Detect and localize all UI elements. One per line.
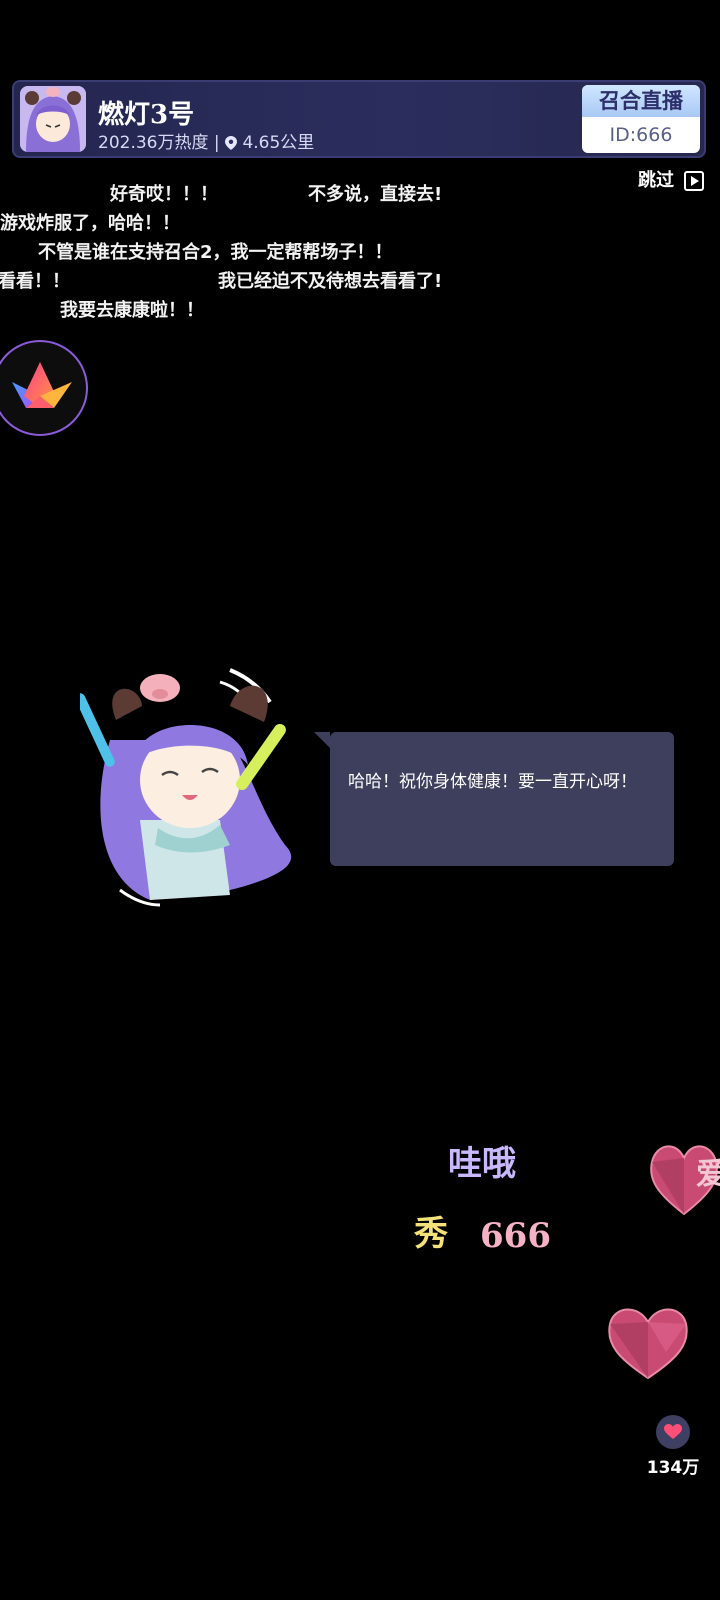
heart-icon	[664, 1424, 682, 1439]
room-id: ID:666	[609, 124, 673, 146]
skip-label: 跳过	[638, 170, 674, 191]
danmu-comment: 我要去康康啦！！	[60, 300, 204, 321]
floating-heart-icon: 爱	[650, 1145, 720, 1216]
floating-text-show: 秀	[414, 1214, 448, 1254]
distance: 4.65公里	[242, 133, 315, 153]
like-count: 134万	[646, 1458, 700, 1478]
floating-heart-icon	[608, 1308, 688, 1380]
crown-icon	[12, 362, 72, 408]
danmu-comment: 不管是谁在支持召合2，我一定帮帮场子！！	[38, 242, 393, 263]
danmu-comment: 我已经迫不及待想去看看了!	[218, 271, 443, 292]
speech-bubble: 哈哈！祝你身体健康！要一直开心呀！	[314, 732, 674, 866]
location-pin-icon	[225, 136, 238, 150]
streamer-name: 燃灯3号	[98, 100, 195, 130]
danmu-comment: 看看！！	[0, 271, 70, 292]
skip-button[interactable]: 跳过	[638, 166, 704, 192]
popularity-count: 202.36万热度	[98, 133, 209, 153]
danmu-comment: 好奇哎！！！	[110, 184, 218, 205]
streamer-avatar[interactable]	[20, 86, 86, 152]
like-button[interactable]: 134万	[644, 1415, 702, 1478]
brand-title: 召合直播	[582, 85, 700, 117]
heart-love-text: 爱	[696, 1157, 720, 1192]
floating-text-wow: 哇哦	[448, 1144, 516, 1184]
play-icon	[684, 171, 704, 191]
like-circle	[656, 1415, 690, 1449]
crown-button[interactable]	[0, 340, 88, 436]
stats-separator: |	[213, 133, 220, 153]
danmu-comment: 不多说，直接去!	[308, 184, 443, 205]
brand-badge[interactable]: 召合直播 ID:666	[582, 85, 700, 153]
streamer-stats: 202.36万热度 | 4.65公里	[98, 128, 314, 153]
streamer-bar[interactable]: 燃灯3号 202.36万热度 | 4.65公里 召合直播 ID:666	[12, 80, 706, 158]
floating-text-666: 666	[480, 1216, 551, 1256]
danmu-comment: 游戏炸服了，哈哈！！	[0, 213, 180, 234]
mascot-illustration	[80, 668, 292, 907]
